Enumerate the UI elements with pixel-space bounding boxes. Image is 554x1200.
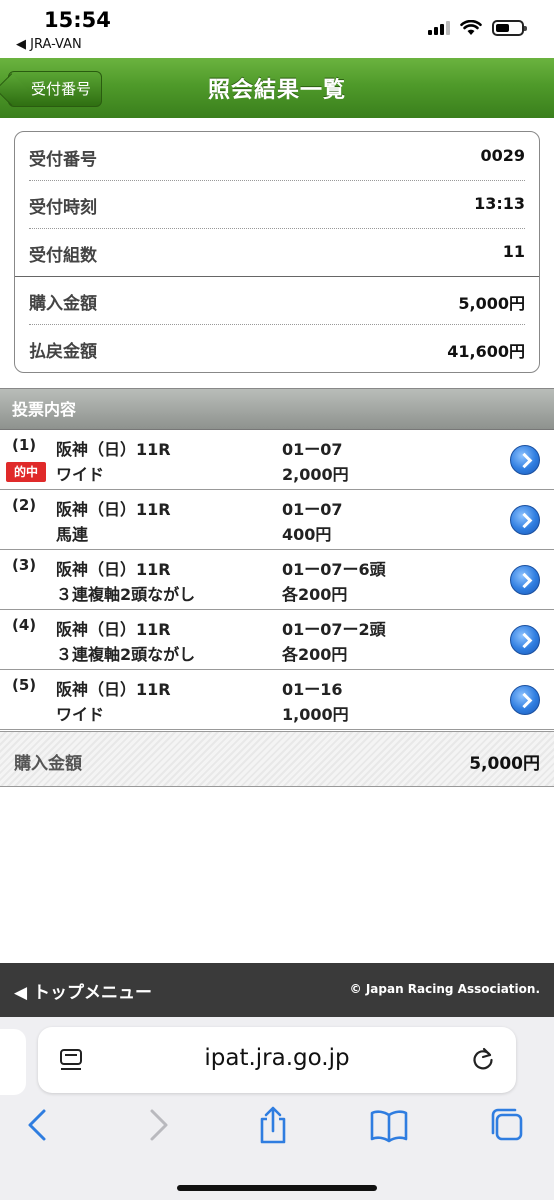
bet-row-5[interactable]: (5) 阪神（日）11R ワイド 01ー16 1,000円: [0, 670, 554, 730]
summary-value: 13:13: [474, 194, 525, 213]
bet-number: (4): [12, 616, 37, 634]
summary-value: 11: [502, 242, 525, 261]
summary-row-combination-count: 受付組数 11: [15, 228, 539, 276]
app-header: 受付番号 照会結果一覧: [0, 58, 554, 118]
address-bar[interactable]: ipat.jra.go.jp: [38, 1027, 516, 1093]
summary-label: 受付時刻: [29, 198, 97, 218]
bet-combination: 01ー07ー2頭: [282, 620, 386, 639]
bet-combination: 01ー07: [282, 440, 343, 459]
bet-amount: 1,000円: [282, 705, 349, 724]
reload-icon[interactable]: [470, 1046, 496, 1072]
bet-type: ３連複軸2頭ながし: [56, 585, 196, 604]
bet-number: (1): [12, 436, 37, 454]
bet-race: 阪神（日）11R: [56, 680, 171, 699]
bet-type: ワイド: [56, 465, 105, 484]
back-chevron-icon[interactable]: [18, 1105, 58, 1145]
bet-row-1[interactable]: (1) 的中 阪神（日）11R ワイド 01ー07 2,000円: [0, 430, 554, 490]
summary-label: 受付番号: [29, 150, 97, 170]
bet-race: 阪神（日）11R: [56, 560, 171, 579]
bookmarks-icon[interactable]: [369, 1105, 409, 1145]
summary-label: 払戻金額: [29, 342, 97, 362]
forward-chevron-icon[interactable]: [138, 1105, 178, 1145]
bet-type: ワイド: [56, 705, 105, 724]
chevron-right-circle-icon[interactable]: [510, 625, 540, 655]
summary-row-purchase-amount: 購入金額 5,000円: [15, 276, 539, 324]
bet-amount: 2,000円: [282, 465, 349, 484]
bet-race: 阪神（日）11R: [56, 440, 171, 459]
browser-chrome: ipat.jra.go.jp: [0, 1017, 554, 1200]
browser-toolbar: [0, 1105, 554, 1165]
share-icon[interactable]: [253, 1105, 293, 1145]
summary-row-payout-amount: 払戻金額 41,600円: [15, 324, 539, 372]
screen: 15:54 ◀ JRA-VAN 受付番号 照会結果一覧 受付番号 0029 受付…: [0, 0, 554, 1200]
bet-type: ３連複軸2頭ながし: [56, 645, 196, 664]
chevron-right-circle-icon[interactable]: [510, 565, 540, 595]
url-text: ipat.jra.go.jp: [204, 1045, 350, 1071]
top-menu-link[interactable]: ◀ トップメニュー: [14, 978, 152, 1003]
bet-amount: 各200円: [282, 585, 348, 604]
status-time: 15:54: [44, 8, 111, 32]
cellular-signal-icon: [428, 21, 450, 35]
bet-amount: 各200円: [282, 645, 348, 664]
bet-race: 阪神（日）11R: [56, 620, 171, 639]
bet-row-4[interactable]: (4) 阪神（日）11R ３連複軸2頭ながし 01ー07ー2頭 各200円: [0, 610, 554, 670]
summary-label: 購入金額: [29, 294, 97, 314]
wifi-icon: [460, 20, 482, 35]
bet-row-2[interactable]: (2) 阪神（日）11R 馬連 01ー07 400円: [0, 490, 554, 550]
status-icons: [428, 20, 527, 36]
summary-value: 41,600円: [447, 342, 525, 361]
home-indicator: [177, 1185, 377, 1191]
bet-number: (3): [12, 556, 37, 574]
bet-number: (2): [12, 496, 37, 514]
bet-combination: 01ー16: [282, 680, 343, 699]
total-purchase-row: 購入金額 5,000円: [0, 731, 554, 787]
section-header-bet-contents: 投票内容: [0, 388, 554, 430]
tabs-icon[interactable]: [487, 1105, 527, 1145]
summary-row-receipt-number: 受付番号 0029: [15, 132, 539, 180]
status-bar: 15:54 ◀ JRA-VAN: [0, 0, 554, 58]
total-label: 購入金額: [14, 754, 82, 774]
chevron-right-circle-icon[interactable]: [510, 505, 540, 535]
total-value: 5,000円: [469, 754, 540, 774]
copyright-text: © Japan Racing Association.: [349, 982, 540, 996]
bet-amount: 400円: [282, 525, 332, 544]
previous-tab-preview[interactable]: [0, 1029, 26, 1095]
page-title: 照会結果一覧: [207, 78, 346, 103]
bet-race: 阪神（日）11R: [56, 500, 171, 519]
back-to-app-link[interactable]: ◀ JRA-VAN: [16, 37, 82, 52]
bet-row-3[interactable]: (3) 阪神（日）11R ３連複軸2頭ながし 01ー07ー6頭 各200円: [0, 550, 554, 610]
battery-icon: [492, 20, 527, 36]
bet-combination: 01ー07ー6頭: [282, 560, 386, 579]
summary-value: 5,000円: [458, 294, 525, 313]
chevron-right-circle-icon[interactable]: [510, 685, 540, 715]
receipt-summary: 受付番号 0029 受付時刻 13:13 受付組数 11 購入金額 5,000円…: [14, 131, 540, 373]
bet-number: (5): [12, 676, 37, 694]
bet-combination: 01ー07: [282, 500, 343, 519]
summary-value: 0029: [480, 146, 525, 165]
summary-row-receipt-time: 受付時刻 13:13: [15, 180, 539, 228]
bet-type: 馬連: [56, 525, 89, 544]
site-footer: ◀ トップメニュー © Japan Racing Association.: [0, 963, 554, 1017]
hit-badge: 的中: [6, 462, 46, 482]
chevron-right-circle-icon[interactable]: [510, 445, 540, 475]
bet-list: (1) 的中 阪神（日）11R ワイド 01ー07 2,000円 (2) 阪神（…: [0, 430, 554, 730]
summary-label: 受付組数: [29, 246, 97, 266]
